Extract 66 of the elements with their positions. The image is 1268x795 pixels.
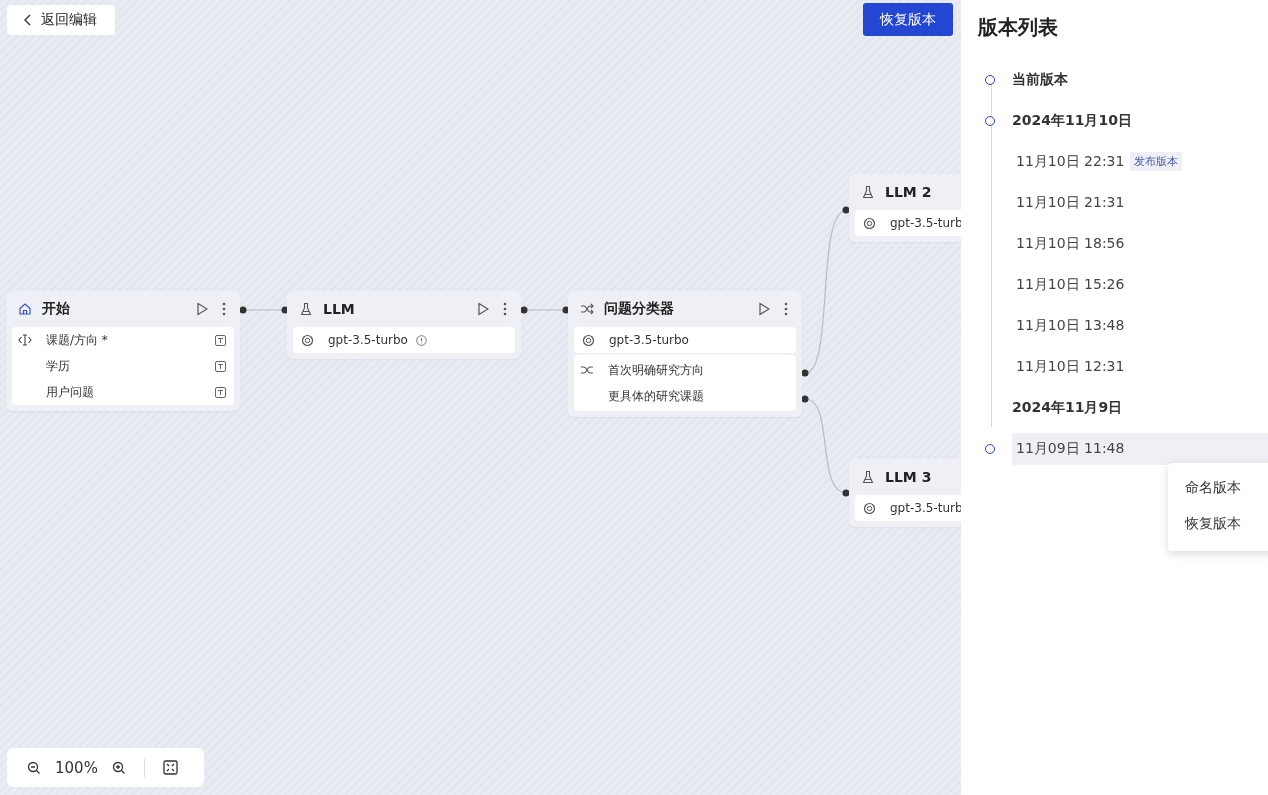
node-title: 问题分类器 [604,300,675,318]
panel-title: 版本列表 [977,14,1059,41]
zoom-level: 100% [55,758,98,777]
input-label: 用户问题 [46,383,95,401]
text-type-icon [215,360,226,372]
node-title: LLM 3 [885,469,933,485]
menu-item[interactable]: 命名版本 [1168,469,1268,505]
port[interactable] [520,306,528,314]
node-title: LLM 2 [885,184,933,200]
model-name: gpt-3.5-turb [890,501,961,515]
port[interactable] [239,306,247,314]
input-label: 学历 [46,357,71,375]
menu-item[interactable]: 恢复版本 [1168,505,1268,541]
current-version[interactable]: 当前版本 [1012,70,1068,89]
model-name: gpt-3.5-turbo [328,333,408,347]
flask-icon [861,470,875,484]
class-label: 更具体的研究课题 [608,387,705,405]
model-logo-icon [582,333,595,347]
version-item[interactable]: 11月10日 15:26 [1012,268,1268,301]
class-label: 首次明确研究方向 [608,361,705,379]
input-label: 课题/方向 * [46,331,109,349]
back-button[interactable]: 返回编辑 [7,5,115,35]
fit-view-icon[interactable] [162,760,178,775]
port[interactable] [801,369,809,377]
model-name: gpt-3.5-turbo [609,333,689,347]
version-item[interactable]: 11月09日 11:48 [1012,432,1268,465]
play-icon[interactable] [758,302,770,316]
model-logo-icon [863,501,876,515]
node-card[interactable]: LLM 3 gpt-3.5-turb [849,459,961,527]
version-item[interactable]: 11月10日 21:31 [1012,186,1268,219]
version-item[interactable]: 11月10日 12:31 [1012,350,1268,383]
model-name: gpt-3.5-turb [890,216,961,230]
node-card[interactable]: LLM 2 gpt-3.5-turb [849,174,961,242]
port[interactable] [801,395,809,403]
model-logo-icon [301,333,314,347]
version-tag: 发布版本 [1130,152,1183,171]
node-title: 开始 [42,300,71,318]
model-logo-icon [863,216,876,230]
node-card[interactable]: LLM gpt-3.5-turbo [287,291,521,359]
chevron-left-icon [23,14,33,26]
version-item[interactable]: 11月10日 13:48 [1012,309,1268,342]
more-icon[interactable] [503,302,507,316]
shuffle-icon [580,302,594,316]
text-cursor-icon [18,334,32,346]
version-item[interactable]: 11月10日 22:31 发布版本 [1012,145,1268,178]
play-icon[interactable] [196,302,208,316]
node-title: LLM [323,301,356,317]
flask-icon [861,185,875,199]
date-heading: 2024年11月10日 [1012,111,1132,130]
node-card[interactable]: 问题分类器 gpt-3.5-turbo 首次明确研究方向 更具体的研究课题 [568,291,802,417]
shuffle-icon [580,364,594,376]
flask-icon [299,302,313,316]
more-icon[interactable] [784,302,788,316]
port[interactable] [842,206,850,214]
text-type-icon [215,334,226,346]
version-item[interactable]: 11月10日 18:56 [1012,227,1268,260]
home-icon [18,302,32,316]
node-card[interactable]: 开始 课题/方向 * 学历 用户问题 [6,291,240,411]
zoom-out-icon[interactable] [27,760,41,775]
date-heading: 2024年11月9日 [1012,398,1123,417]
zoom-in-icon[interactable] [111,760,126,775]
port[interactable] [842,489,850,497]
text-type-icon [215,386,226,398]
more-icon[interactable] [222,302,226,316]
play-icon[interactable] [477,302,489,316]
restore-button[interactable]: 恢复版本 [863,3,953,36]
